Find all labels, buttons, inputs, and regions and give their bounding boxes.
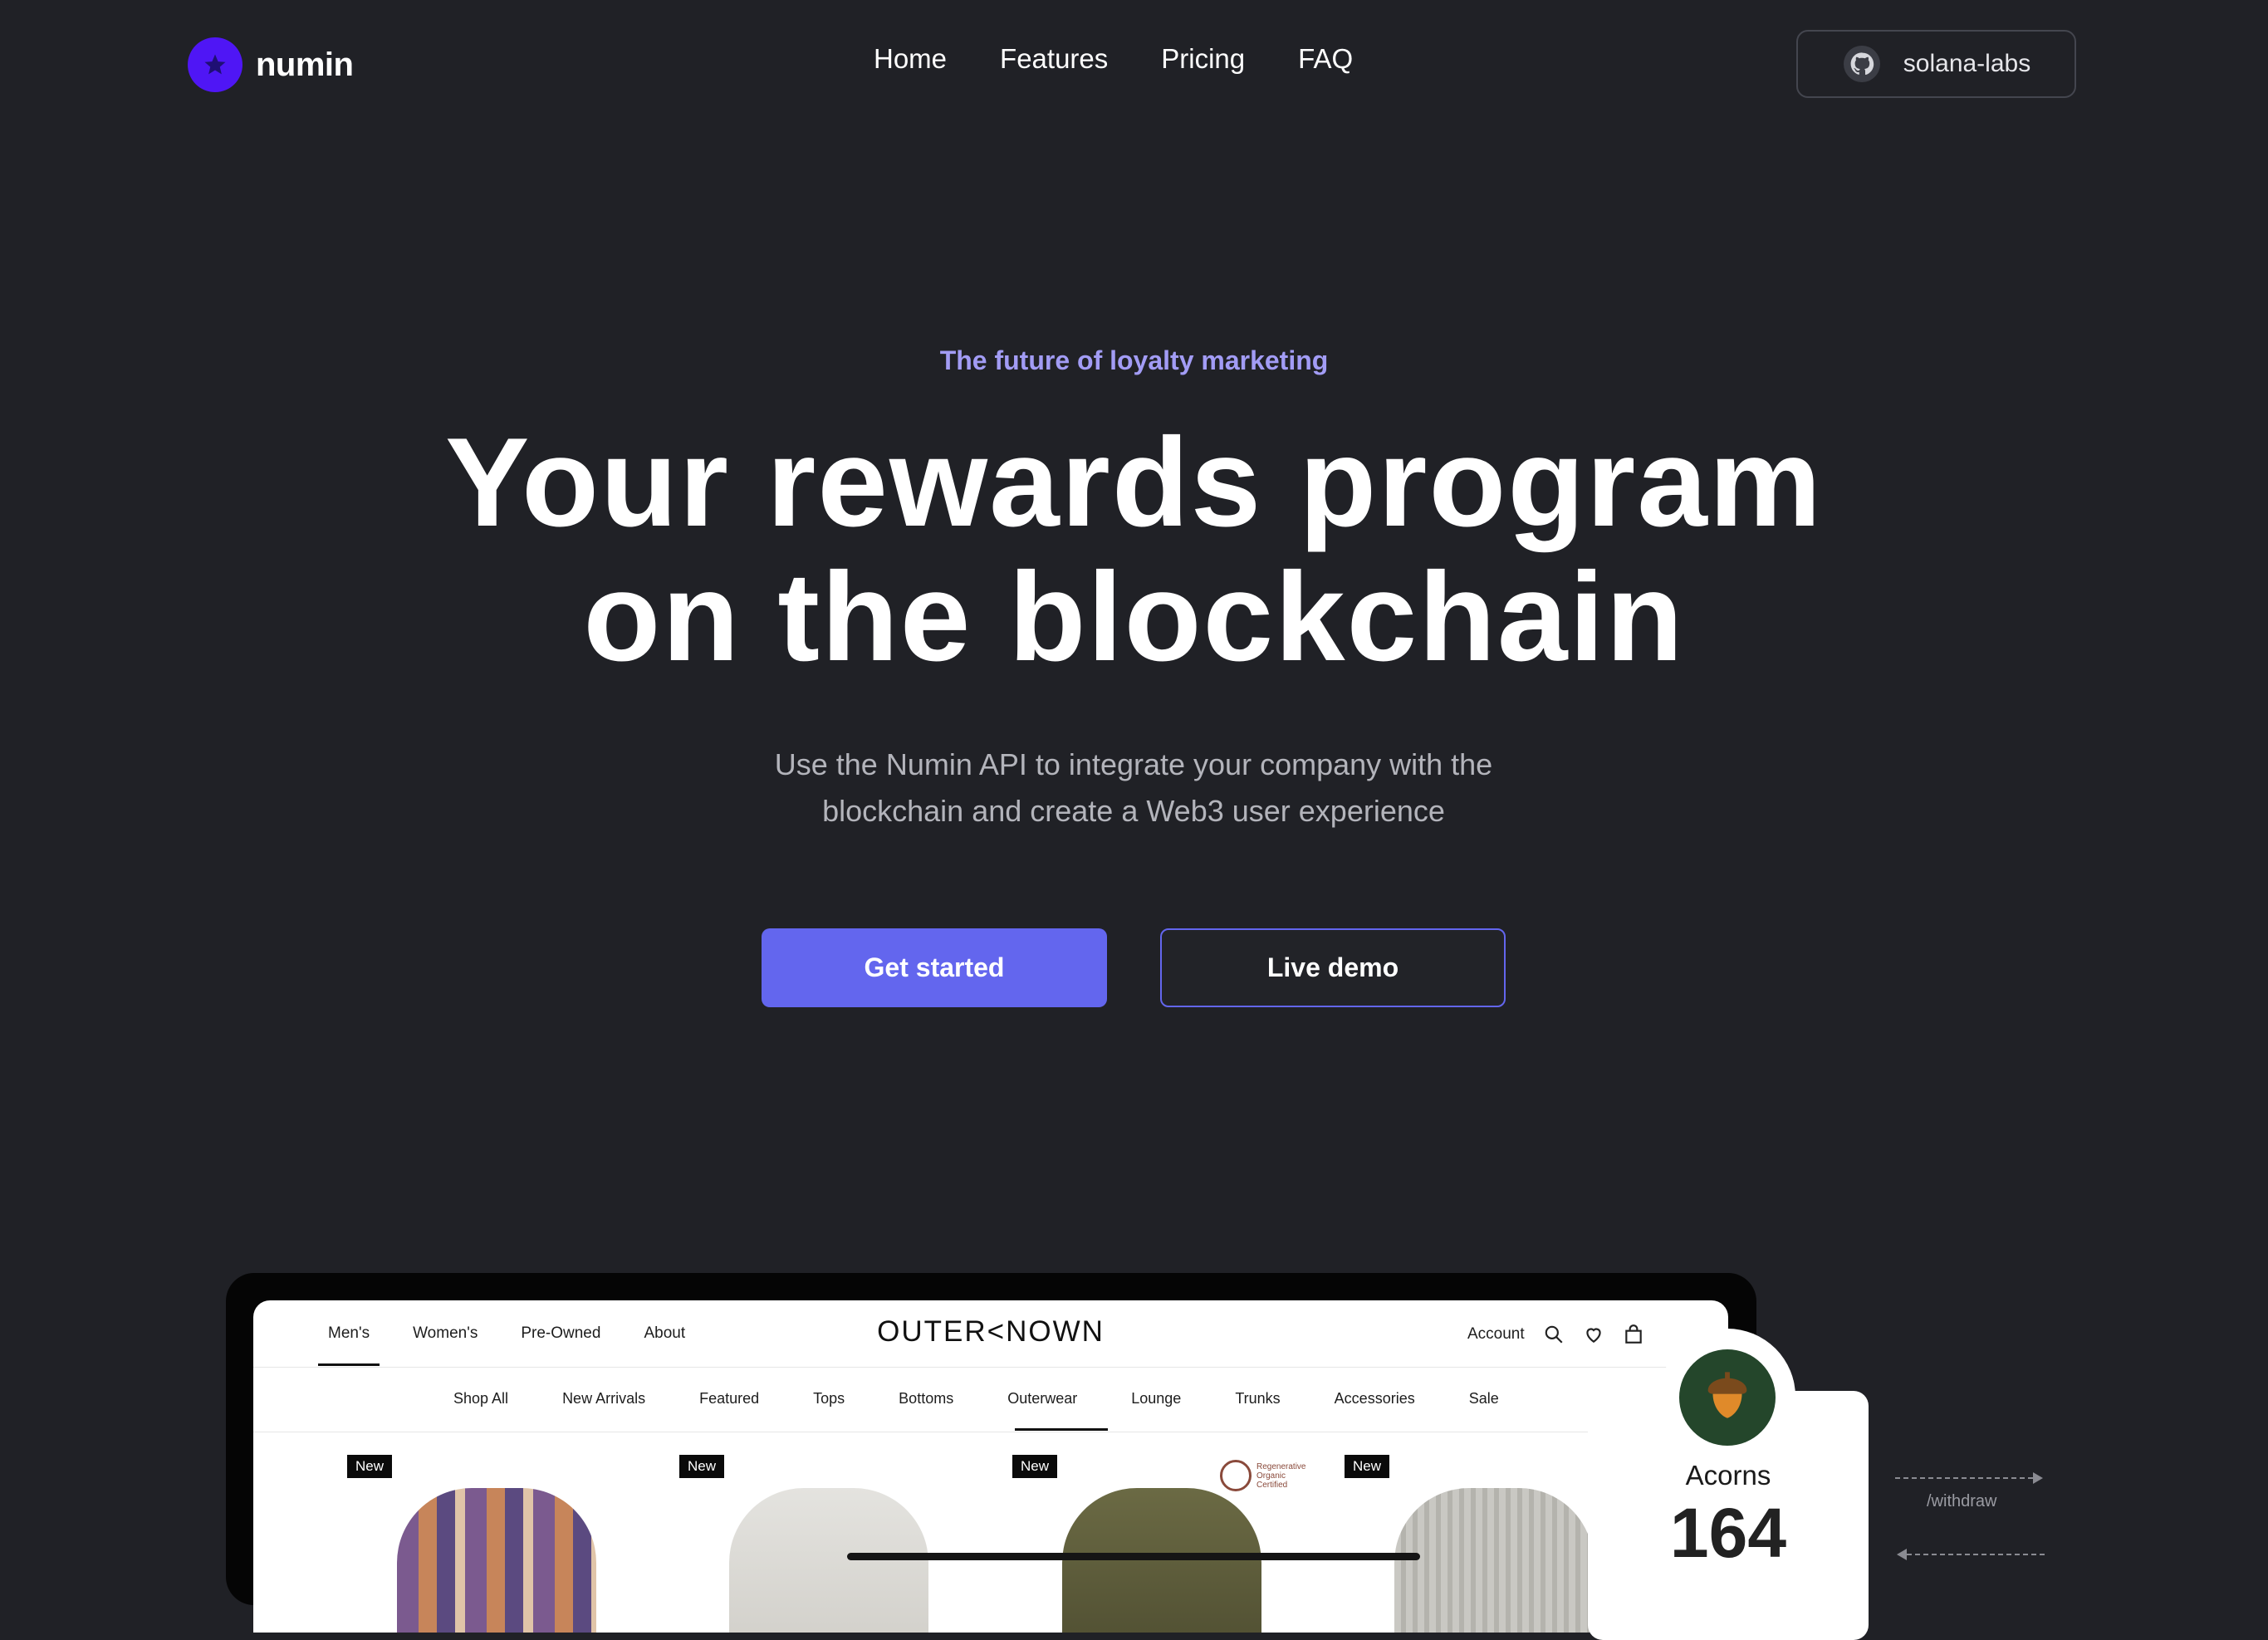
organic-certified-badge: Regenerative Organic Certified xyxy=(1220,1460,1315,1491)
category-accessories[interactable]: Accessories xyxy=(1335,1390,1415,1407)
search-icon[interactable] xyxy=(1543,1324,1565,1345)
rewards-card-label: Acorns xyxy=(1685,1460,1771,1491)
github-icon xyxy=(1843,46,1880,82)
product-card[interactable]: New xyxy=(679,1455,987,1633)
horizontal-scrollbar[interactable] xyxy=(847,1553,1420,1560)
nav-link-features[interactable]: Features xyxy=(1000,43,1108,75)
active-tab-indicator xyxy=(318,1363,380,1366)
hero-headline: Your rewards program on the blockchain xyxy=(0,415,2268,684)
new-badge: New xyxy=(1345,1455,1390,1478)
organic-certified-label: Regenerative Organic Certified xyxy=(1256,1461,1306,1490)
nav-link-pricing[interactable]: Pricing xyxy=(1161,43,1245,75)
acorn-icon xyxy=(1679,1349,1776,1446)
store-utility-bar: Account xyxy=(1467,1324,1644,1345)
heart-icon[interactable] xyxy=(1583,1324,1604,1345)
store-account-link[interactable]: Account xyxy=(1467,1325,1525,1344)
hero-eyebrow: The future of loyalty marketing xyxy=(939,345,1329,375)
nav-link-faq[interactable]: FAQ xyxy=(1298,43,1353,75)
withdraw-endpoint-label: /withdraw xyxy=(1927,1492,1997,1510)
store-header: Men's Women's Pre-Owned About OUTER<NOWN… xyxy=(253,1300,1728,1368)
category-outerwear[interactable]: Outerwear xyxy=(1007,1390,1077,1407)
store-category-links: Shop All New Arrivals Featured Tops Bott… xyxy=(453,1390,1499,1407)
category-trunks[interactable]: Trunks xyxy=(1235,1390,1280,1407)
nav-links: Home Features Pricing FAQ xyxy=(874,43,1353,75)
get-started-button[interactable]: Get started xyxy=(762,928,1107,1007)
active-category-indicator xyxy=(1015,1428,1108,1431)
category-new-arrivals[interactable]: New Arrivals xyxy=(562,1390,645,1407)
hero-headline-line-2: on the blockchain xyxy=(583,546,1685,688)
logo-text: numin xyxy=(256,46,354,83)
github-button[interactable]: solana-labs xyxy=(1796,30,2076,98)
deposit-arrow xyxy=(1895,1546,2045,1563)
product-image xyxy=(1394,1488,1594,1633)
withdraw-arrow xyxy=(1895,1470,2045,1486)
nav-link-home[interactable]: Home xyxy=(874,43,947,75)
new-badge: New xyxy=(347,1455,393,1478)
hero-headline-line-1: Your rewards program xyxy=(445,412,1823,553)
category-tops[interactable]: Tops xyxy=(813,1390,845,1407)
category-shop-all[interactable]: Shop All xyxy=(453,1390,508,1407)
hero-subtext: Use the Numin API to integrate your comp… xyxy=(774,747,1493,828)
product-card[interactable]: New xyxy=(347,1455,654,1633)
category-bottoms[interactable]: Bottoms xyxy=(899,1390,953,1407)
store-category-bar: Shop All New Arrivals Featured Tops Bott… xyxy=(253,1368,1728,1432)
new-badge: New xyxy=(1012,1455,1058,1478)
bag-icon[interactable] xyxy=(1623,1324,1644,1345)
live-demo-button[interactable]: Live demo xyxy=(1160,928,1506,1007)
new-badge: New xyxy=(679,1455,725,1478)
category-sale[interactable]: Sale xyxy=(1469,1390,1499,1407)
star-icon xyxy=(188,37,242,92)
product-image xyxy=(397,1488,596,1633)
top-navbar: numin Home Features Pricing FAQ solana-l… xyxy=(0,0,2268,130)
product-image xyxy=(1062,1488,1261,1633)
organic-seal-icon xyxy=(1220,1460,1252,1491)
rewards-card-value: 164 xyxy=(1669,1494,1787,1572)
github-button-label: solana-labs xyxy=(1903,50,2031,77)
category-lounge[interactable]: Lounge xyxy=(1131,1390,1181,1407)
demo-store-screen: Men's Women's Pre-Owned About OUTER<NOWN… xyxy=(253,1300,1728,1633)
product-image xyxy=(729,1488,928,1633)
logo[interactable]: numin xyxy=(188,37,354,92)
category-featured[interactable]: Featured xyxy=(699,1390,759,1407)
